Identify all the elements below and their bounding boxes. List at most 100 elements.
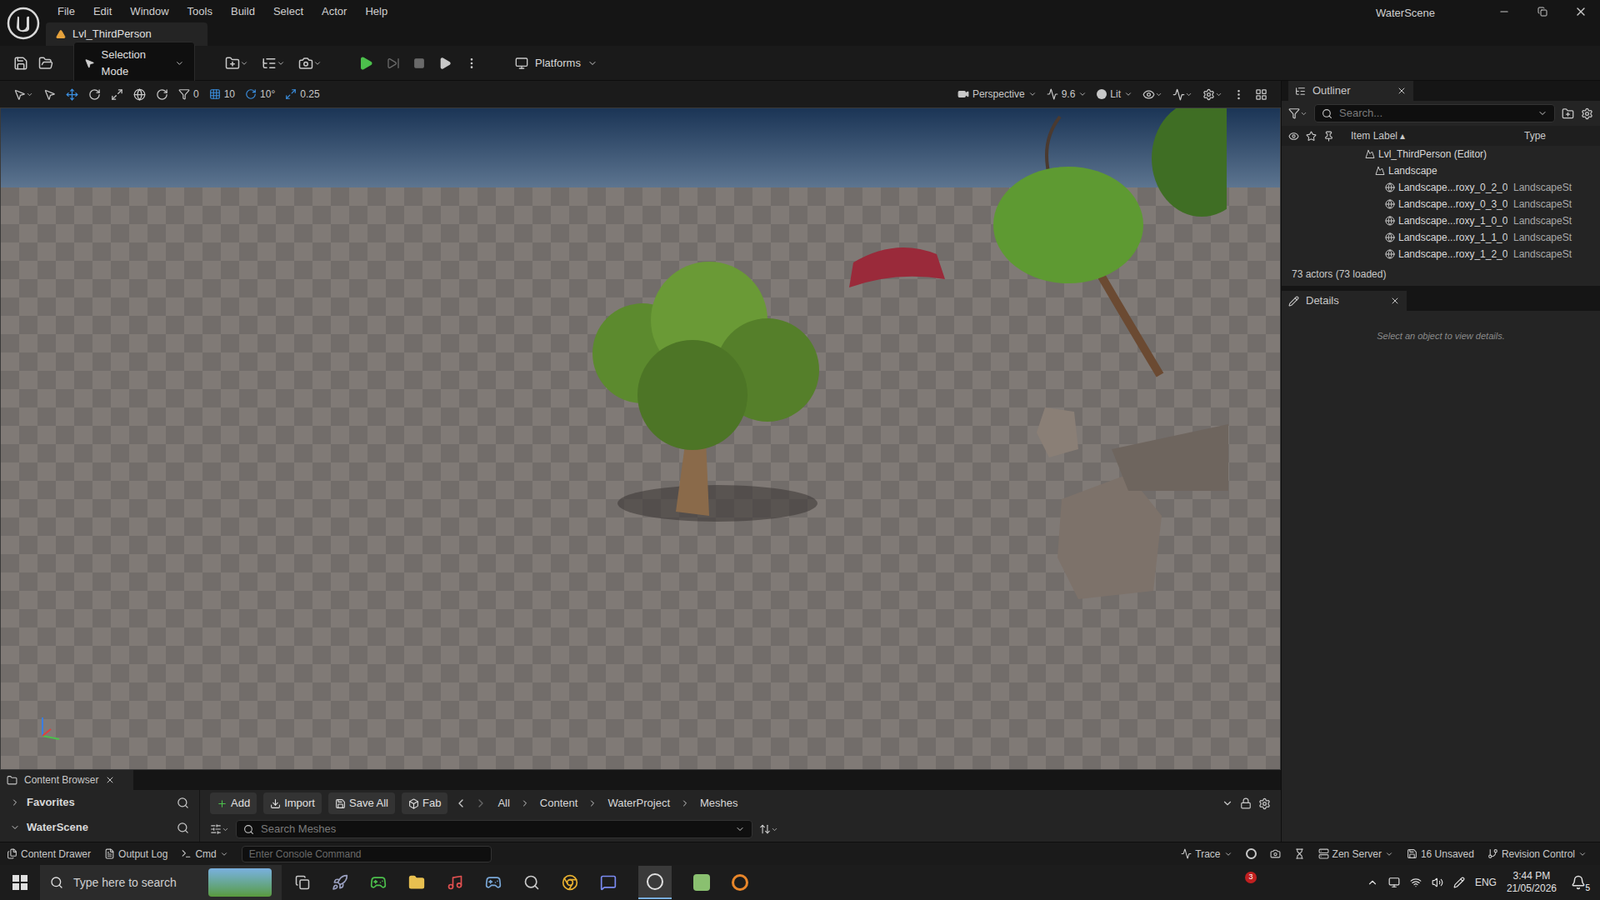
layout-icon[interactable] — [1255, 88, 1268, 101]
clock[interactable]: 3:44 PM21/05/2026 — [1506, 870, 1557, 895]
step-icon[interactable] — [386, 56, 400, 70]
outliner-row[interactable]: Landscape...roxy_0_2_0LandscapeSt — [1281, 179, 1600, 196]
lock-icon[interactable] — [1240, 797, 1252, 810]
blender-icon[interactable] — [731, 874, 749, 891]
new-folder-icon[interactable] — [1561, 107, 1575, 120]
unsaved-button[interactable]: 16 Unsaved — [1406, 846, 1475, 862]
content-button[interactable]: Fab — [401, 792, 448, 815]
breadcrumb[interactable]: Content — [536, 795, 582, 812]
search-meshes[interactable]: Search Meshes — [235, 820, 753, 839]
play-icon[interactable] — [358, 55, 374, 71]
sidebar-item[interactable]: Favorites — [0, 790, 200, 815]
tray-app-icon[interactable] — [1388, 876, 1400, 889]
close-tab-icon[interactable] — [1396, 85, 1407, 96]
sort-icon[interactable] — [759, 823, 779, 835]
discord-icon[interactable] — [600, 874, 617, 891]
app-icon[interactable] — [331, 874, 349, 891]
restore-icon[interactable] — [1523, 0, 1562, 23]
history-icon[interactable] — [1221, 797, 1234, 810]
stop-icon[interactable] — [413, 57, 425, 70]
settings-icon[interactable] — [1258, 797, 1271, 810]
menu-item[interactable]: Window — [130, 3, 169, 20]
breadcrumb[interactable]: Meshes — [696, 795, 742, 812]
save-icon[interactable] — [13, 55, 29, 71]
tree-icon[interactable] — [550, 253, 851, 537]
menu-item[interactable]: Select — [273, 3, 304, 20]
screenshot-icon[interactable] — [1270, 848, 1281, 860]
record-icon[interactable] — [1245, 848, 1257, 860]
viewport[interactable] — [0, 107, 1281, 770]
pointer-icon[interactable] — [43, 88, 56, 101]
app-icon[interactable] — [693, 874, 710, 891]
world-icon[interactable] — [133, 88, 146, 101]
scale-snap[interactable]: 0.25 — [285, 86, 320, 102]
platforms-dropdown[interactable]: Platforms — [515, 55, 598, 72]
sidebar-item[interactable]: WaterScene — [0, 815, 200, 840]
column-header[interactable]: Type — [1524, 128, 1546, 144]
close-tab-icon[interactable] — [1390, 295, 1400, 306]
taskbar-search[interactable]: Type here to search — [40, 865, 282, 900]
menu-item[interactable]: Tools — [187, 3, 213, 20]
forward-icon[interactable] — [474, 796, 488, 810]
content-browser-tab[interactable]: Content Browser — [0, 770, 134, 790]
content-button[interactable]: Import — [263, 792, 322, 815]
outliner-row[interactable]: Lvl_ThirdPerson (Editor) — [1281, 145, 1600, 163]
tray-up-icon[interactable] — [1366, 876, 1379, 889]
content-drawer-button[interactable]: Content Drawer — [6, 846, 91, 862]
cinematics-icon[interactable] — [298, 55, 322, 71]
surface-snap-icon[interactable] — [155, 88, 169, 101]
chrome-icon[interactable] — [561, 874, 579, 891]
menu-item[interactable]: Build — [230, 3, 255, 20]
red-plant-icon[interactable] — [845, 220, 962, 296]
grid-snap[interactable]: 10 — [209, 86, 235, 102]
windswept-tree-icon[interactable] — [960, 108, 1227, 384]
breadcrumb[interactable]: WaterProject — [604, 795, 674, 812]
launch-icon[interactable] — [438, 56, 452, 70]
outliner-row[interactable]: Landscape — [1281, 162, 1600, 180]
zen-server-button[interactable]: Zen Server — [1318, 846, 1394, 862]
play-options-icon[interactable] — [465, 56, 479, 70]
blueprint-icon[interactable] — [261, 55, 285, 71]
file-explorer-icon[interactable] — [408, 874, 425, 891]
outliner-row[interactable]: Landscape...roxy_1_0_0LandscapeSt — [1281, 212, 1600, 230]
console-input[interactable]: Enter Console Command — [241, 845, 492, 863]
outliner-row[interactable]: Landscape...roxy_0_3_0LandscapeSt — [1281, 195, 1600, 213]
view-mode-dropdown[interactable]: Lit — [1096, 86, 1133, 102]
add-actor-icon[interactable] — [225, 55, 249, 71]
content-button[interactable]: Add — [210, 792, 257, 815]
outliner-search[interactable]: Search... — [1314, 104, 1555, 123]
filter-icon[interactable] — [210, 823, 230, 835]
network-icon[interactable] — [1410, 876, 1422, 889]
unreal-logo-icon[interactable] — [0, 0, 46, 46]
content-button[interactable]: Save All — [328, 792, 395, 815]
scale-icon[interactable] — [110, 88, 124, 101]
filter-icon[interactable] — [1288, 107, 1308, 120]
app-icon[interactable] — [446, 874, 464, 891]
breadcrumb[interactable]: All — [494, 795, 513, 812]
menu-item[interactable]: File — [57, 3, 75, 20]
minimize-icon[interactable] — [1485, 0, 1524, 23]
angle-snap[interactable]: 10° — [245, 86, 275, 102]
move-icon[interactable] — [65, 88, 79, 101]
selection-mode-dropdown[interactable]: Selection Mode — [73, 41, 195, 85]
select-icon[interactable] — [13, 88, 34, 101]
rock-icon[interactable] — [1011, 399, 1229, 616]
show-icon[interactable] — [1142, 88, 1163, 101]
camera-speed[interactable]: 9.6 — [1046, 86, 1088, 102]
start-button[interactable] — [0, 875, 40, 890]
outliner-row[interactable]: Landscape...roxy_1_2_0LandscapeSt — [1281, 245, 1600, 263]
output-log-button[interactable]: Output Log — [104, 846, 168, 862]
search-app-icon[interactable] — [523, 874, 540, 891]
menu-item[interactable]: Help — [365, 3, 388, 20]
xbox-icon[interactable] — [370, 874, 387, 891]
close-tab-icon[interactable] — [105, 775, 115, 785]
notification-center[interactable]: 5 — [1566, 870, 1590, 895]
revision-control-button[interactable]: Revision Control — [1487, 846, 1594, 862]
menu-item[interactable]: Actor — [321, 3, 347, 20]
column-header[interactable]: Item Label ▴ — [1350, 128, 1518, 144]
more-icon[interactable] — [1232, 88, 1245, 101]
cmd-dropdown[interactable]: Cmd — [180, 846, 228, 862]
browse-icon[interactable] — [38, 55, 54, 71]
rotate-icon[interactable] — [88, 88, 101, 101]
pen-icon[interactable] — [1453, 876, 1465, 889]
